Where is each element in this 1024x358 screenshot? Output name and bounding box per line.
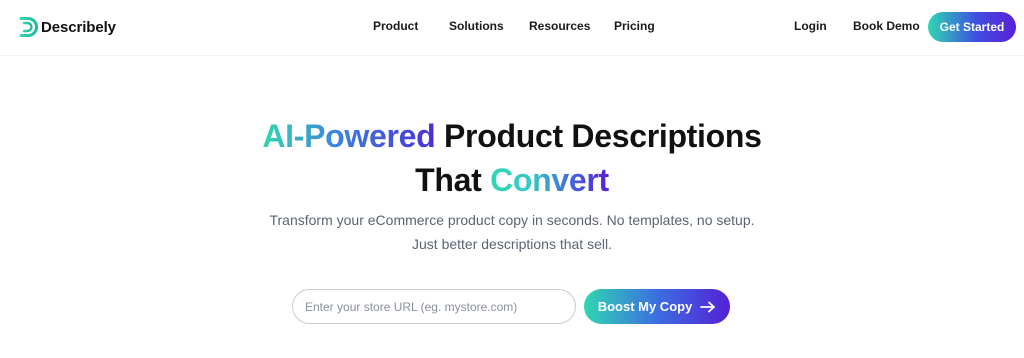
headline-highlight-ai-powered: AI-Powered — [262, 118, 436, 154]
arrow-right-icon — [700, 301, 716, 312]
site-header: Describely Product Solutions Resources P… — [0, 0, 1024, 56]
headline-highlight-convert: Convert — [490, 162, 609, 198]
get-started-button[interactable]: Get Started — [928, 12, 1016, 42]
nav-item-pricing[interactable]: Pricing — [614, 19, 655, 33]
logo-icon — [6, 17, 38, 37]
nav-item-resources[interactable]: Resources — [529, 19, 590, 33]
headline-text-that: That — [415, 162, 491, 198]
login-link[interactable]: Login — [794, 19, 827, 33]
nav-item-solutions[interactable]: Solutions — [449, 19, 504, 33]
nav-item-product[interactable]: Product — [373, 19, 418, 33]
subtitle-line-1: Transform your eCommerce product copy in… — [269, 212, 755, 228]
book-demo-link[interactable]: Book Demo — [853, 19, 920, 33]
headline-text-product-descriptions: Product Descriptions — [435, 118, 762, 154]
brand-logo[interactable]: Describely — [6, 16, 116, 38]
brand-name: Describely — [41, 18, 116, 36]
boost-button-label: Boost My Copy — [597, 299, 693, 314]
subtitle-line-2: Just better descriptions that sell. — [412, 236, 612, 252]
hero-subtitle: Transform your eCommerce product copy in… — [0, 208, 1024, 256]
store-url-input[interactable] — [292, 289, 576, 324]
boost-my-copy-button[interactable]: Boost My Copy — [584, 289, 730, 324]
hero-headline: AI-Powered Product Descriptions That Con… — [0, 114, 1024, 202]
